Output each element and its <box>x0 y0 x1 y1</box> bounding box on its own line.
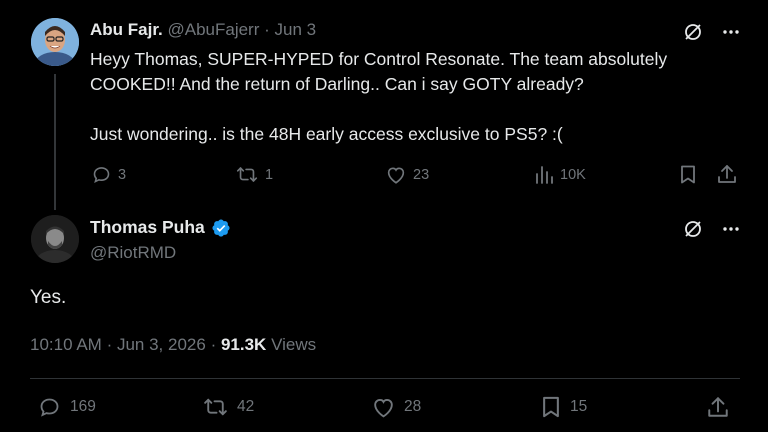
separator: · <box>210 335 217 354</box>
author-handle[interactable]: @RiotRMD <box>90 243 176 263</box>
views-count: 91.3K <box>220 335 267 354</box>
avatar[interactable] <box>31 215 79 263</box>
bookmark-icon <box>540 395 562 419</box>
views-count: 10K <box>560 166 586 183</box>
repost-count: 42 <box>237 398 255 415</box>
share-button[interactable] <box>706 395 730 419</box>
views-label: Views <box>271 335 317 354</box>
repost-icon <box>202 395 229 419</box>
like-count: 28 <box>404 398 422 415</box>
reply-icon <box>91 164 112 185</box>
bookmark-button[interactable] <box>679 164 697 185</box>
reply-text-line: Heyy Thomas, SUPER-HYPED for Control Res… <box>90 49 668 69</box>
reply-button[interactable]: 169 <box>37 395 96 419</box>
post-date[interactable]: Jun 3, 2026 <box>117 335 206 354</box>
post-meta: 10:10 AM · Jun 3, 2026 · 91.3K Views <box>30 335 316 355</box>
more-icon[interactable] <box>721 22 741 42</box>
like-count: 23 <box>413 166 430 183</box>
main-top-icons <box>683 219 741 239</box>
author-name-row: Thomas Puha <box>90 217 231 238</box>
like-icon <box>385 164 407 185</box>
author-name[interactable]: Thomas Puha <box>90 217 205 238</box>
share-icon <box>706 395 730 419</box>
bookmark-button[interactable]: 15 <box>540 395 587 419</box>
views-button[interactable]: 10K <box>534 164 586 185</box>
post-date[interactable]: Jun 3 <box>275 20 317 39</box>
bookmark-icon <box>679 164 697 185</box>
repost-icon <box>235 164 259 185</box>
post-text: Yes. <box>30 287 67 308</box>
share-button[interactable] <box>716 163 738 185</box>
reply-text-line: COOKED!! And the return of Darling.. Can… <box>90 74 584 94</box>
like-button[interactable]: 28 <box>371 395 421 419</box>
more-icon[interactable] <box>721 219 741 239</box>
reply-button[interactable]: 3 <box>91 164 126 185</box>
reply-count: 3 <box>118 166 127 183</box>
author-name[interactable]: Abu Fajr. <box>90 20 163 39</box>
verified-icon[interactable] <box>211 218 231 238</box>
like-button[interactable]: 23 <box>385 164 429 185</box>
reply-top-icons <box>683 22 741 42</box>
reply-text-line: Just wondering.. is the 48H early access… <box>90 124 563 144</box>
reply-header: Abu Fajr. @AbuFajerr · Jun 3 <box>90 20 316 40</box>
divider <box>30 378 740 379</box>
separator: · <box>106 335 113 354</box>
avatar[interactable] <box>31 18 79 66</box>
like-icon <box>371 395 396 419</box>
repost-button[interactable]: 42 <box>202 395 254 419</box>
separator: · <box>264 20 270 39</box>
author-handle[interactable]: @AbuFajerr <box>167 20 259 39</box>
reply-count: 169 <box>70 398 96 415</box>
grok-icon[interactable] <box>683 219 703 239</box>
post-time[interactable]: 10:10 AM <box>30 335 102 354</box>
repost-count: 1 <box>265 166 274 183</box>
repost-button[interactable]: 1 <box>235 164 273 185</box>
share-icon <box>716 163 738 185</box>
bookmark-count: 15 <box>570 398 588 415</box>
grok-icon[interactable] <box>683 22 703 42</box>
reply-text: Heyy Thomas, SUPER-HYPED for Control Res… <box>90 47 730 147</box>
thread-line <box>54 74 56 210</box>
views-icon <box>534 164 554 185</box>
reply-icon <box>37 395 62 419</box>
